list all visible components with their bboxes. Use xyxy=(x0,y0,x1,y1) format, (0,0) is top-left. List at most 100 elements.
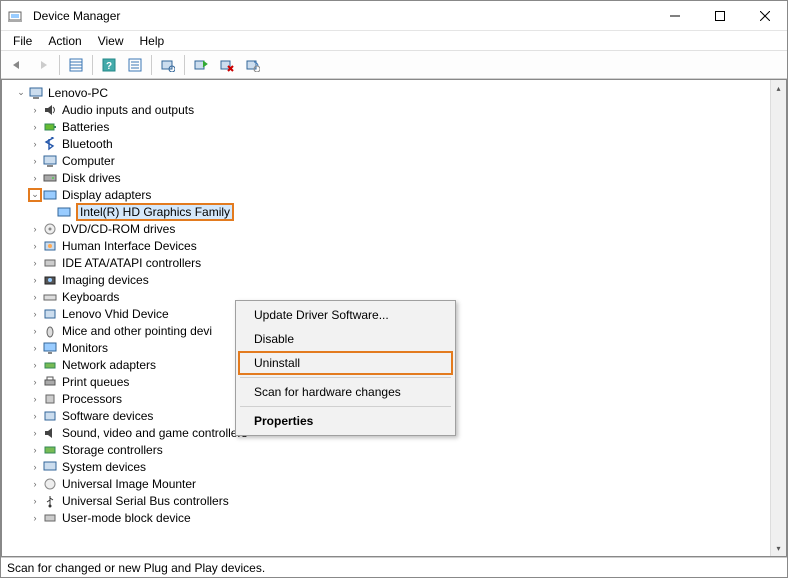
toolbar-show-hidden-button[interactable] xyxy=(64,54,88,76)
expand-arrow-icon[interactable]: › xyxy=(28,256,42,270)
toolbar-back-button[interactable] xyxy=(5,54,29,76)
tree-category[interactable]: › Universal Image Mounter xyxy=(4,475,768,492)
tree-label: DVD/CD-ROM drives xyxy=(62,222,175,236)
expand-arrow-icon[interactable]: › xyxy=(28,273,42,287)
tree-label: Network adapters xyxy=(62,358,156,372)
toolbar-help-button[interactable]: ? xyxy=(97,54,121,76)
tree-device-intel-hd-graphics[interactable]: Intel(R) HD Graphics Family xyxy=(4,203,768,220)
context-menu-uninstall[interactable]: Uninstall xyxy=(238,351,453,375)
context-menu-separator xyxy=(240,406,451,407)
svg-text:?: ? xyxy=(106,61,112,72)
computer-icon xyxy=(42,153,58,169)
tree-category[interactable]: › Imaging devices xyxy=(4,271,768,288)
expand-arrow-icon[interactable]: › xyxy=(28,511,42,525)
scroll-up-icon[interactable]: ▴ xyxy=(771,80,786,96)
minimize-button[interactable] xyxy=(652,1,697,30)
expand-arrow-icon[interactable]: › xyxy=(28,171,42,185)
expand-arrow-icon[interactable]: › xyxy=(28,154,42,168)
expand-arrow-icon[interactable]: › xyxy=(28,222,42,236)
context-menu-scan[interactable]: Scan for hardware changes xyxy=(238,380,453,404)
tree-category[interactable]: › Universal Serial Bus controllers xyxy=(4,492,768,509)
scroll-track[interactable] xyxy=(771,96,786,540)
tree-label: Sound, video and game controllers xyxy=(62,426,247,440)
tree-label: Keyboards xyxy=(62,290,119,304)
tree-label: Bluetooth xyxy=(62,137,113,151)
tree-category[interactable]: › Bluetooth xyxy=(4,135,768,152)
lenovo-device-icon xyxy=(42,306,58,322)
mouse-icon xyxy=(42,323,58,339)
toolbar-forward-button[interactable] xyxy=(31,54,55,76)
computer-icon xyxy=(28,85,44,101)
tree-category[interactable]: › Storage controllers xyxy=(4,441,768,458)
bluetooth-icon xyxy=(42,136,58,152)
toolbar-uninstall-button[interactable] xyxy=(215,54,239,76)
context-menu-disable[interactable]: Disable xyxy=(238,327,453,351)
expand-arrow-icon[interactable]: › xyxy=(28,375,42,389)
toolbar-update-driver-button[interactable] xyxy=(189,54,213,76)
tree-label: System devices xyxy=(62,460,146,474)
tree-category[interactable]: › User-mode block device xyxy=(4,509,768,526)
expand-arrow-icon[interactable]: › xyxy=(28,392,42,406)
printer-icon xyxy=(42,374,58,390)
expand-arrow-icon[interactable]: › xyxy=(28,239,42,253)
tree-label: Print queues xyxy=(62,375,129,389)
expand-arrow-icon[interactable]: › xyxy=(28,358,42,372)
tree-category[interactable]: › Disk drives xyxy=(4,169,768,186)
expand-arrow-icon[interactable]: › xyxy=(28,137,42,151)
toolbar-disable-button[interactable] xyxy=(241,54,265,76)
menu-action[interactable]: Action xyxy=(40,32,89,50)
expand-arrow-icon[interactable]: › xyxy=(28,120,42,134)
expand-arrow-icon[interactable]: › xyxy=(28,324,42,338)
menu-view[interactable]: View xyxy=(90,32,132,50)
window-controls xyxy=(652,1,787,30)
expand-arrow-icon[interactable]: › xyxy=(28,443,42,457)
expand-arrow-icon[interactable]: › xyxy=(28,460,42,474)
tree-label: Batteries xyxy=(62,120,109,134)
tree-label: Disk drives xyxy=(62,171,121,185)
tree-category[interactable]: › IDE ATA/ATAPI controllers xyxy=(4,254,768,271)
display-adapter-icon xyxy=(56,204,72,220)
tree-category[interactable]: › Batteries xyxy=(4,118,768,135)
menu-file[interactable]: File xyxy=(5,32,40,50)
tree-category[interactable]: › Computer xyxy=(4,152,768,169)
close-button[interactable] xyxy=(742,1,787,30)
tree-category[interactable]: › DVD/CD-ROM drives xyxy=(4,220,768,237)
keyboard-icon xyxy=(42,289,58,305)
expand-arrow-icon[interactable]: › xyxy=(28,409,42,423)
expand-arrow-icon[interactable]: › xyxy=(28,341,42,355)
toolbar-list-button[interactable] xyxy=(123,54,147,76)
context-menu-separator xyxy=(240,377,451,378)
maximize-button[interactable] xyxy=(697,1,742,30)
tree-root[interactable]: ⌄ Lenovo-PC xyxy=(4,84,768,101)
tree-category-display-adapters[interactable]: ⌄ Display adapters xyxy=(4,186,768,203)
ide-icon xyxy=(42,255,58,271)
disk-icon xyxy=(42,170,58,186)
statusbar: Scan for changed or new Plug and Play de… xyxy=(1,557,787,577)
tree-category[interactable]: › Audio inputs and outputs xyxy=(4,101,768,118)
expand-arrow-highlighted[interactable]: ⌄ xyxy=(28,188,42,202)
expand-arrow-icon[interactable]: › xyxy=(28,103,42,117)
menu-help[interactable]: Help xyxy=(132,32,173,50)
tree-label: Human Interface Devices xyxy=(62,239,197,253)
expand-arrow-icon[interactable]: › xyxy=(28,426,42,440)
app-icon xyxy=(7,8,23,24)
toolbar-separator xyxy=(151,55,152,75)
context-menu-properties[interactable]: Properties xyxy=(238,409,453,433)
context-menu-update-driver[interactable]: Update Driver Software... xyxy=(238,303,453,327)
image-mounter-icon xyxy=(42,476,58,492)
tree-category[interactable]: › Human Interface Devices xyxy=(4,237,768,254)
scroll-down-icon[interactable]: ▾ xyxy=(771,540,786,556)
expand-arrow-icon[interactable]: ⌄ xyxy=(14,86,28,100)
tree-category[interactable]: › System devices xyxy=(4,458,768,475)
expand-arrow-icon[interactable]: › xyxy=(28,307,42,321)
vertical-scrollbar[interactable]: ▴ ▾ xyxy=(770,80,786,556)
toolbar-scan-button[interactable] xyxy=(156,54,180,76)
display-adapter-icon xyxy=(42,187,58,203)
network-icon xyxy=(42,357,58,373)
expand-arrow-icon[interactable]: › xyxy=(28,494,42,508)
toolbar-separator xyxy=(184,55,185,75)
expand-arrow-icon[interactable]: › xyxy=(28,477,42,491)
usb-icon xyxy=(42,493,58,509)
toolbar-separator xyxy=(92,55,93,75)
expand-arrow-icon[interactable]: › xyxy=(28,290,42,304)
